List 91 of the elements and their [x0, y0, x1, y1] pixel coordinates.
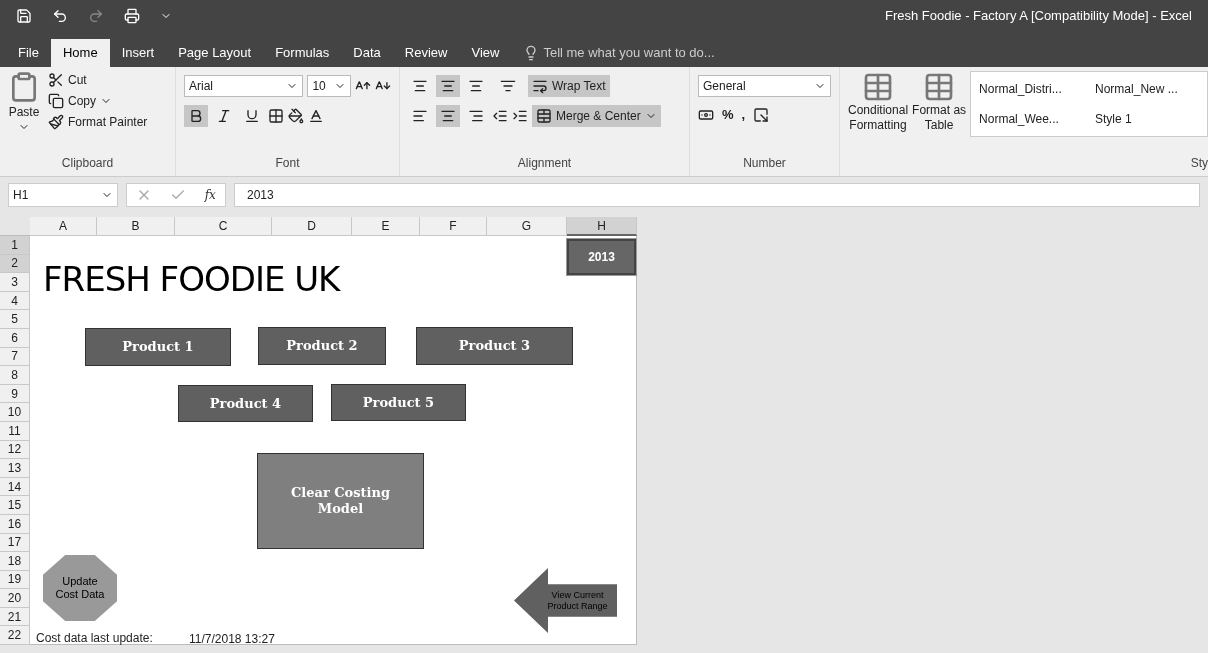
copy-icon [48, 93, 64, 109]
row-header[interactable]: 10 [0, 403, 30, 422]
underline-icon [244, 108, 260, 124]
bold-icon [188, 108, 204, 124]
conditional-table-icon [862, 71, 894, 103]
column-header[interactable]: H [567, 217, 637, 236]
cell-text: Cost data last update: [36, 630, 153, 647]
column-header[interactable]: F [420, 217, 487, 236]
year-cell[interactable]: 2013 [567, 239, 636, 275]
row-header[interactable]: 1 [0, 236, 30, 255]
redo-icon[interactable] [88, 8, 104, 24]
fill-color-icon[interactable] [288, 108, 304, 124]
align-bottom-icon [468, 78, 484, 94]
align-middle-icon [440, 78, 456, 94]
row-header[interactable]: 22 [0, 626, 30, 646]
row-header[interactable]: 15 [0, 496, 30, 515]
product-button[interactable]: Product 4 [178, 385, 313, 422]
number-format-field[interactable]: General [698, 75, 831, 97]
italic-icon [216, 108, 232, 124]
tell-me-field[interactable]: Tell me what you want to do... [523, 39, 715, 67]
paste-button[interactable]: Paste [8, 71, 40, 154]
ribbon-tab[interactable]: Data [341, 39, 393, 67]
align-left-icon [412, 108, 428, 124]
cut-button[interactable]: Cut [48, 71, 148, 89]
ribbon-tab[interactable]: View [459, 39, 512, 67]
column-header[interactable]: A [30, 217, 97, 236]
row-header[interactable]: 3 [0, 273, 30, 292]
font-name-field[interactable]: Arial [184, 75, 304, 97]
paintbrush-icon [48, 114, 64, 130]
font-size-field[interactable]: 10 [307, 75, 352, 97]
window-title: Fresh Foodie - Factory A [Compatibility Mode] - Excel [884, 7, 1192, 26]
align-center-icon [440, 108, 456, 124]
ribbon-tab[interactable]: Insert [109, 39, 167, 67]
row-header[interactable]: 18 [0, 552, 30, 571]
column-header[interactable]: C [175, 217, 272, 236]
cell-style[interactable]: Normal_New ... [1095, 80, 1199, 98]
row-header[interactable]: 8 [0, 366, 30, 385]
ribbon-tab[interactable]: File [6, 39, 51, 67]
undo-icon[interactable] [52, 8, 68, 24]
group-label: Alignment [517, 155, 572, 172]
cell-text: 11/7/2018 13:27 [189, 631, 275, 648]
wrap-text-icon [532, 78, 548, 94]
ribbon-tab[interactable]: Formulas [263, 39, 342, 67]
group-label: Clipboard [61, 155, 114, 172]
borders-icon[interactable] [268, 108, 284, 124]
product-button[interactable]: Product 5 [331, 384, 466, 421]
save-icon[interactable] [16, 8, 32, 24]
cell-style[interactable]: Normal_Wee... [979, 110, 1084, 128]
column-header[interactable]: D [272, 217, 352, 236]
product-button[interactable]: Product 3 [416, 327, 573, 365]
print-icon[interactable] [124, 8, 140, 24]
function-button[interactable]: fx [204, 186, 216, 204]
ribbon-tab[interactable]: Review [392, 39, 460, 67]
clear-model-button[interactable]: Clear Costing Model [257, 453, 424, 549]
format-painter-button[interactable]: Format Painter [48, 113, 148, 131]
name-box[interactable]: H1 [8, 183, 118, 207]
comma-button[interactable]: , [741, 105, 746, 125]
copy-button[interactable]: Copy [48, 92, 148, 110]
column-header[interactable]: B [97, 217, 175, 236]
cell-style[interactable]: Style 1 [1095, 110, 1199, 128]
conditional-formatting-button[interactable]: Conditional Formatting [848, 71, 909, 133]
formula-field[interactable]: 2013 [234, 183, 1200, 207]
product-button[interactable]: Product 2 [258, 327, 386, 365]
row-header[interactable]: 20 [0, 589, 30, 608]
percent-button[interactable]: % [722, 105, 734, 125]
column-header[interactable]: G [487, 217, 567, 236]
merge-icon [536, 108, 552, 124]
center-align-button[interactable] [436, 105, 460, 127]
merge-center-button[interactable]: Merge & Center [532, 105, 661, 127]
group-label: Sty [1190, 155, 1208, 172]
decrease-indent-icon[interactable] [492, 108, 508, 124]
update-button[interactable]: Update Cost Data [43, 555, 117, 621]
ribbon-tab[interactable]: Home [50, 39, 110, 67]
middle-align-button[interactable] [436, 75, 460, 97]
bold-button[interactable] [184, 105, 208, 127]
ribbon-tab[interactable]: Page Layout [166, 39, 264, 67]
align-right-icon [468, 108, 484, 124]
row-header[interactable]: 5 [0, 310, 30, 329]
group-label: Number [743, 155, 786, 172]
format-table-button[interactable]: Format as Table [912, 71, 967, 133]
wrap-text-button[interactable]: Wrap Text [528, 75, 610, 97]
column-header[interactable]: E [352, 217, 420, 236]
increase-indent-icon[interactable] [512, 108, 528, 124]
scissors-icon [48, 72, 64, 88]
group-label: Font [275, 155, 300, 172]
product-button[interactable]: Product 1 [85, 328, 231, 366]
sheet-title: FRESH FOODIE UK [43, 262, 340, 296]
align-top-icon [412, 78, 428, 94]
font-color-icon[interactable] [308, 108, 324, 124]
row-header[interactable]: 13 [0, 459, 30, 478]
cell-style[interactable]: Normal_Distri... [979, 80, 1084, 98]
